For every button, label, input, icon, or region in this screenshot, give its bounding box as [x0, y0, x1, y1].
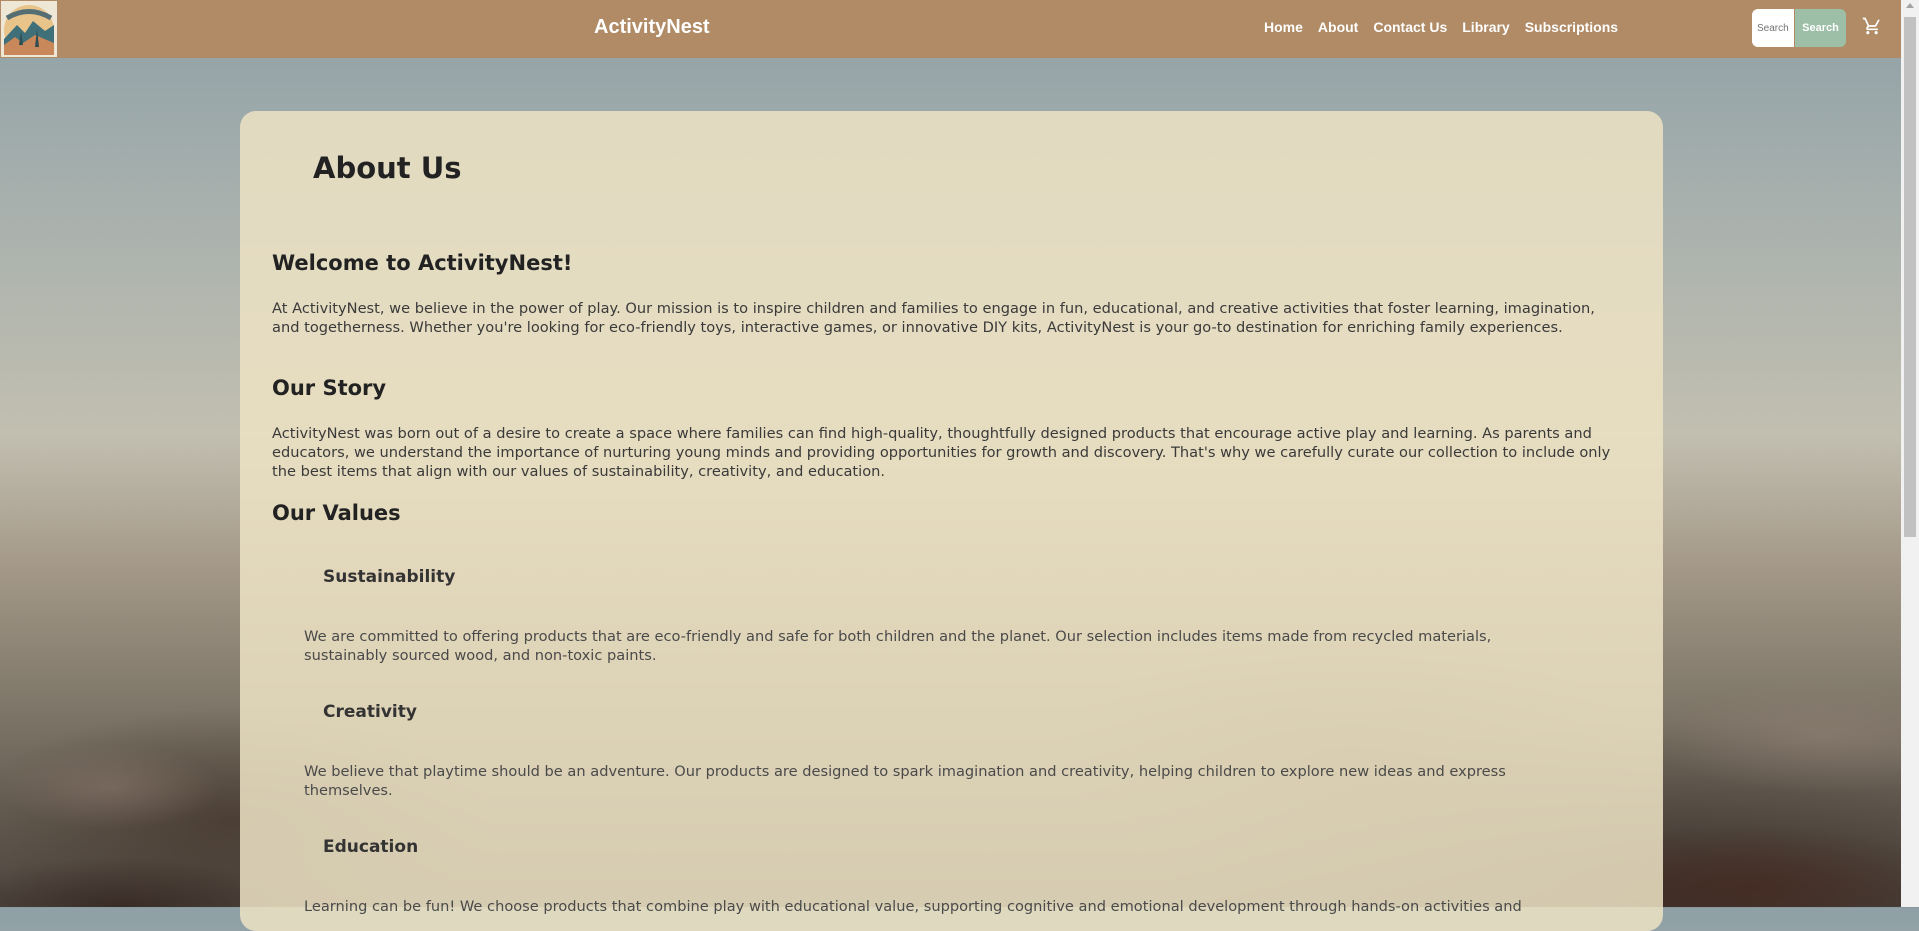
main-nav: Home About Contact Us Library Subscripti…: [1264, 19, 1633, 35]
value-text-creativity: We believe that playtime should be an ad…: [304, 763, 1506, 799]
scrollbar-thumb[interactable]: [1904, 17, 1916, 537]
value-text-sustainability: We are committed to offering products th…: [304, 628, 1492, 664]
cart-icon[interactable]: [1862, 16, 1882, 36]
value-title-creativity: Creativity: [323, 702, 417, 722]
value-title-sustainability: Sustainability: [323, 567, 456, 587]
story-section: Our Story: [272, 376, 1613, 400]
nav-contact[interactable]: Contact Us: [1373, 19, 1447, 35]
nav-subscriptions[interactable]: Subscriptions: [1525, 19, 1618, 35]
search-input[interactable]: [1752, 9, 1794, 47]
welcome-section: Welcome to ActivityNest!: [272, 251, 1613, 275]
welcome-heading: Welcome to ActivityNest!: [272, 251, 573, 275]
welcome-text: At ActivityNest, we believe in the power…: [272, 300, 1595, 336]
welcome-text-block: At ActivityNest, we believe in the power…: [272, 299, 1613, 337]
about-card: About Us Welcome to ActivityNest! At Act…: [240, 111, 1663, 931]
search-button[interactable]: Search: [1795, 9, 1846, 47]
top-navbar: ActivityNest Home About Contact Us Libra…: [0, 0, 1901, 58]
logo[interactable]: [1, 1, 57, 57]
story-text: ActivityNest was born out of a desire to…: [272, 425, 1611, 480]
story-text-block: ActivityNest was born out of a desire to…: [272, 424, 1613, 481]
nav-library[interactable]: Library: [1462, 19, 1509, 35]
scroll-up-arrow-icon[interactable]: [1906, 3, 1914, 8]
brand-title[interactable]: ActivityNest: [594, 16, 710, 39]
values-section: Our Values: [272, 501, 1613, 525]
story-heading: Our Story: [272, 376, 387, 400]
mountain-sunset-logo-icon: [4, 5, 54, 55]
nav-home[interactable]: Home: [1264, 19, 1303, 35]
value-title-education: Education: [323, 837, 419, 857]
nav-about[interactable]: About: [1318, 19, 1358, 35]
page-title: About Us: [313, 151, 462, 185]
page-scrollbar[interactable]: [1901, 0, 1919, 907]
values-heading: Our Values: [272, 501, 401, 525]
